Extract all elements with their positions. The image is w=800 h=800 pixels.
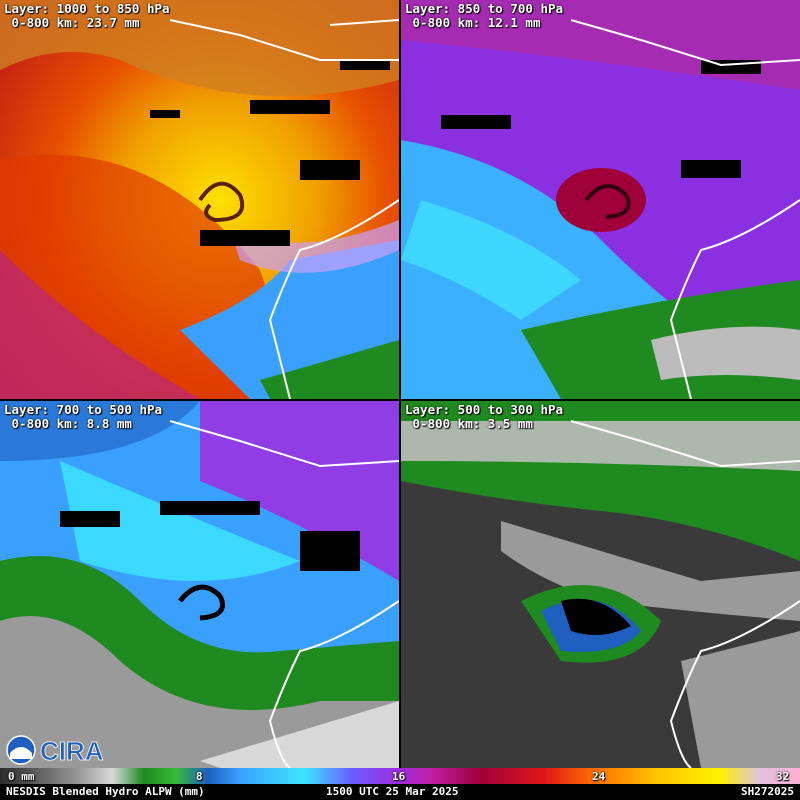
panel-divider-horizontal [0,399,800,401]
colorbar-tick-0: 0 mm [8,770,35,783]
panel-label: Layer: 500 to 300 hPa 0-800 km: 3.5 mm [405,402,564,431]
panel-850-700: Layer: 850 to 700 hPa 0-800 km: 12.1 mm [401,0,800,399]
panel-label: Layer: 850 to 700 hPa 0-800 km: 12.1 mm [405,1,564,30]
panel-divider-vertical [399,0,401,768]
alpw-map-500-300 [401,401,800,768]
noaa-logo-icon: CIRA [6,735,104,766]
colorbar-tick-24: 24 [592,770,606,783]
colorbar-tick-32: 32 [776,770,790,783]
footer: NESDIS Blended Hydro ALPW (mm) 1500 UTC … [0,784,800,800]
alpw-map-850-700 [401,0,800,399]
product-title: NESDIS Blended Hydro ALPW (mm) [6,785,205,798]
svg-text:CIRA: CIRA [40,736,104,766]
panel-label: Layer: 700 to 500 hPa 0-800 km: 8.8 mm [4,402,163,431]
storm-id: SH272025 [741,785,794,798]
alpw-map-1000-850 [0,0,399,399]
valid-time: 1500 UTC 25 Mar 2025 [326,785,459,798]
cira-logo: CIRA [4,733,114,767]
panel-label: Layer: 1000 to 850 hPa 0-800 km: 23.7 mm [4,1,170,30]
alpw-map-700-500 [0,401,399,768]
panel-500-300: Layer: 500 to 300 hPa 0-800 km: 3.5 mm [401,401,800,800]
colorbar: 0 mm 8 16 24 32 [0,768,800,784]
panel-1000-850: Layer: 1000 to 850 hPa 0-800 km: 23.7 mm [0,0,399,399]
colorbar-tick-8: 8 [196,770,203,783]
colorbar-tick-16: 16 [392,770,406,783]
